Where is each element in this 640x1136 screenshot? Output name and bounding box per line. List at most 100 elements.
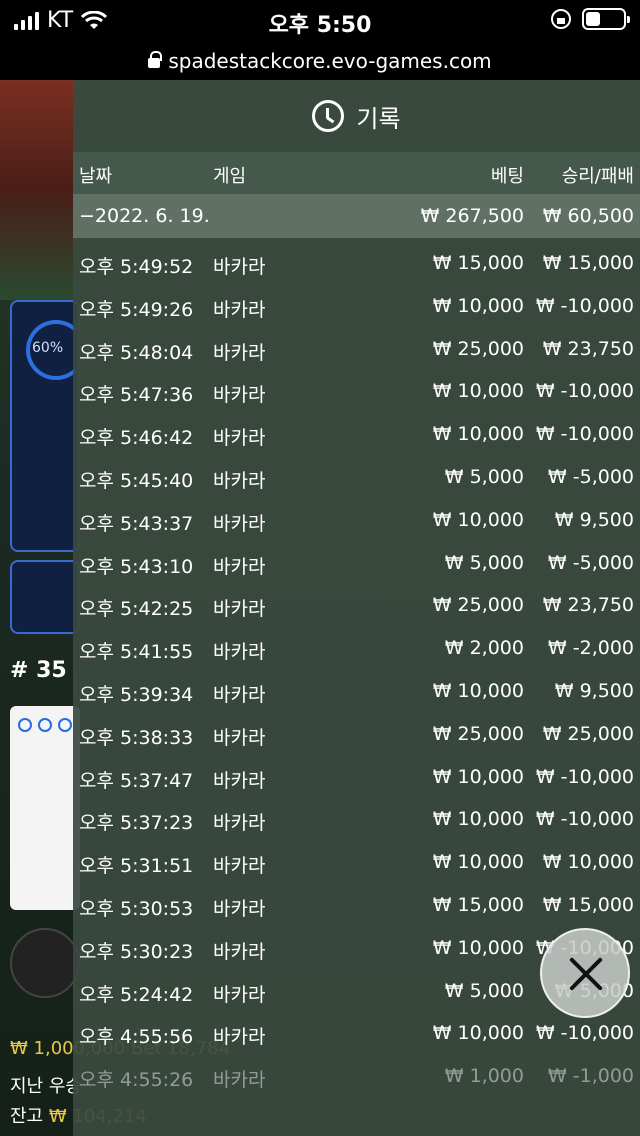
row-bet: ₩ 10,000: [432, 380, 524, 403]
row-result: ₩ -10,000: [535, 380, 634, 403]
date-group-result-total: ₩ 60,500: [542, 205, 634, 227]
row-game: 바카라: [213, 940, 266, 963]
row-time: 오후 5:46:42: [79, 427, 194, 450]
col-date: 날짜: [79, 166, 113, 187]
row-bet: ₩ 10,000: [432, 1022, 524, 1045]
col-result: 승리/패배: [561, 166, 634, 187]
dealer-video: [0, 80, 80, 300]
row-game: 바카라: [213, 256, 266, 278]
history-row[interactable]: 오후 5:45:40 바카라 ₩ 5,000 ₩ -5,000: [73, 456, 640, 499]
chip-stack-button[interactable]: [10, 928, 80, 998]
row-game: 바카라: [213, 384, 266, 407]
history-row[interactable]: 오후 5:37:47 바카라 ₩ 10,000 ₩ -10,000: [73, 756, 640, 799]
history-row[interactable]: 오후 5:43:10 바카라 ₩ 5,000 ₩ -5,000: [73, 542, 640, 585]
history-row[interactable]: 오후 5:41:55 바카라 ₩ 2,000 ₩ -2,000: [73, 627, 640, 670]
row-game: 바카라: [213, 598, 266, 621]
date-group-bet-total: ₩ 267,500: [420, 205, 524, 227]
row-game: 바카라: [213, 298, 266, 321]
row-bet: ₩ 5,000: [444, 979, 524, 1002]
row-game: 바카라: [213, 469, 266, 492]
rotation-lock-icon: [551, 9, 571, 29]
row-result: ₩ -2,000: [547, 637, 634, 660]
column-headers: 날짜 게임 베팅 승리/패배: [73, 152, 640, 194]
history-row[interactable]: 오후 5:31:51 바카라 ₩ 10,000 ₩ 10,000: [73, 841, 640, 884]
row-result: ₩ -10,000: [535, 1022, 634, 1045]
col-bet: 베팅: [490, 166, 524, 187]
history-row[interactable]: 오후 5:30:53 바카라 ₩ 15,000 ₩ 15,000: [73, 884, 640, 927]
row-result: ₩ -5,000: [547, 465, 634, 488]
row-bet: ₩ 10,000: [432, 508, 524, 531]
balance-label: 잔고: [10, 1106, 44, 1127]
progress-label: 60%: [32, 340, 64, 356]
row-game: 바카라: [213, 726, 266, 749]
row-time: 오후 5:47:36: [79, 384, 194, 407]
row-game: 바카라: [213, 1026, 266, 1049]
history-row[interactable]: 오후 4:55:56 바카라 ₩ 10,000 ₩ -10,000: [73, 1012, 640, 1055]
row-game: 바카라: [213, 555, 266, 578]
row-time: 오후 4:55:26: [79, 1069, 194, 1092]
row-result: ₩ -10,000: [535, 294, 634, 317]
row-time: 오후 5:30:23: [79, 940, 194, 963]
row-bet: ₩ 25,000: [432, 722, 524, 745]
row-bet: ₩ 2,000: [444, 637, 524, 660]
road-dot: [58, 718, 72, 732]
date-group-row[interactable]: −2022. 6. 19. ₩ 267,500 ₩ 60,500: [73, 194, 640, 238]
row-game: 바카라: [213, 983, 266, 1006]
row-time: 오후 5:38:33: [79, 726, 194, 749]
row-time: 오후 5:37:23: [79, 812, 194, 835]
side-chip-panel[interactable]: 60%: [10, 300, 86, 552]
row-bet: ₩ 10,000: [432, 808, 524, 831]
row-game: 바카라: [213, 897, 266, 920]
row-time: 오후 5:24:42: [79, 983, 194, 1006]
col-game: 게임: [213, 166, 247, 187]
url-text: spadestackcore.evo-games.com: [168, 49, 492, 73]
history-row[interactable]: 오후 5:38:33 바카라 ₩ 25,000 ₩ 25,000: [73, 713, 640, 756]
row-result: ₩ 23,750: [542, 594, 634, 617]
history-row[interactable]: 오후 5:49:52 바카라 ₩ 15,000 ₩ 15,000: [73, 242, 640, 285]
row-bet: ₩ 25,000: [432, 594, 524, 617]
close-button[interactable]: [540, 928, 630, 1018]
url-bar[interactable]: spadestackcore.evo-games.com: [0, 42, 640, 80]
roadmap: [10, 706, 80, 910]
history-row[interactable]: 오후 5:39:34 바카라 ₩ 10,000 ₩ 9,500: [73, 670, 640, 713]
row-time: 오후 5:31:51: [79, 855, 194, 878]
row-result: ₩ 15,000: [542, 893, 634, 916]
history-row[interactable]: 오후 5:49:26 바카라 ₩ 10,000 ₩ -10,000: [73, 285, 640, 328]
history-row[interactable]: 오후 5:43:37 바카라 ₩ 10,000 ₩ 9,500: [73, 499, 640, 542]
row-result: ₩ 23,750: [542, 337, 634, 360]
row-bet: ₩ 10,000: [432, 423, 524, 446]
row-bet: ₩ 10,000: [432, 851, 524, 874]
lock-icon: [148, 51, 163, 68]
row-game: 바카라: [213, 341, 266, 364]
row-result: ₩ -10,000: [535, 423, 634, 446]
history-row[interactable]: 오후 5:47:36 바카라 ₩ 10,000 ₩ -10,000: [73, 370, 640, 413]
row-bet: ₩ 15,000: [432, 252, 524, 274]
row-time: 오후 5:43:10: [79, 555, 194, 578]
row-result: ₩ 10,000: [542, 851, 634, 874]
last-win-line: 지난 우승: [10, 1076, 82, 1097]
history-row[interactable]: 오후 5:46:42 바카라 ₩ 10,000 ₩ -10,000: [73, 413, 640, 456]
history-row[interactable]: 오후 4:55:26 바카라 ₩ 1,000 ₩ -1,000: [73, 1055, 640, 1098]
status-time: 오후 5:50: [268, 13, 372, 38]
date-group-date: −2022. 6. 19.: [79, 205, 210, 227]
panel-header: 기록: [73, 80, 640, 152]
history-icon: [312, 100, 345, 132]
row-bet: ₩ 10,000: [432, 936, 524, 959]
row-game: 바카라: [213, 769, 266, 792]
row-time: 오후 5:37:47: [79, 769, 194, 792]
history-row[interactable]: 오후 5:48:04 바카라 ₩ 25,000 ₩ 23,750: [73, 328, 640, 371]
row-bet: ₩ 25,000: [432, 337, 524, 360]
row-bet: ₩ 10,000: [432, 679, 524, 702]
status-bar: KT 오후 5:50: [0, 0, 640, 42]
row-time: 오후 5:48:04: [79, 341, 194, 364]
row-game: 바카라: [213, 641, 266, 664]
side-button[interactable]: [10, 560, 80, 634]
row-game: 바카라: [213, 1069, 266, 1092]
row-result: ₩ 25,000: [542, 722, 634, 745]
history-row[interactable]: 오후 5:42:25 바카라 ₩ 25,000 ₩ 23,750: [73, 584, 640, 627]
row-result: ₩ -1,000: [547, 1065, 634, 1088]
panel-title: 기록: [356, 104, 401, 133]
row-time: 오후 5:30:53: [79, 897, 194, 920]
history-row[interactable]: 오후 5:37:23 바카라 ₩ 10,000 ₩ -10,000: [73, 798, 640, 841]
row-time: 오후 5:45:40: [79, 469, 194, 492]
